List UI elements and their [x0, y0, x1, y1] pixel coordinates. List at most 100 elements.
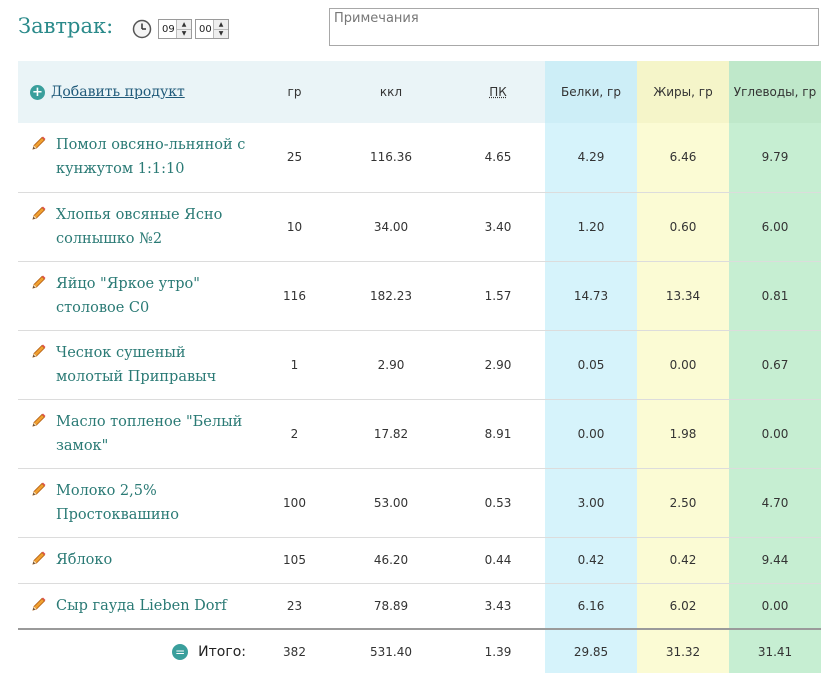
product-name-cell: Масло топленое "Белый замок"	[18, 399, 258, 468]
cell-gr: 105	[283, 553, 306, 567]
cell-carbs: 0.00	[729, 399, 821, 468]
col-header-fat: Жиры, гр	[637, 61, 729, 123]
table-row: Чеснок сушеный молотый Приправыч 1 2.90 2.9…	[18, 330, 821, 399]
cell-carbs: 0.67	[729, 330, 821, 399]
total-protein: 29.85	[545, 629, 637, 673]
col-header-kcal: ккл	[379, 85, 403, 99]
col-header-gr: гр	[287, 85, 302, 99]
hour-down-button[interactable]: ▼	[177, 28, 191, 38]
pencil-icon[interactable]	[30, 412, 47, 429]
table-row: Хлопья овсяные Ясно солнышко №2 10 34.00 3.…	[18, 192, 821, 261]
product-name-link[interactable]: Яйцо "Яркое утро" столовое С0	[56, 272, 252, 320]
table-row: Сыр гауда Lieben Dorf 23 78.89 3.43 6.16 6.02…	[18, 583, 821, 629]
cell-pk: 0.44	[484, 553, 512, 567]
product-name-link[interactable]: Чеснок сушеный молотый Приправыч	[56, 341, 252, 389]
cell-kcal: 2.90	[377, 357, 405, 372]
pencil-icon[interactable]	[30, 274, 47, 291]
totals-label-cell: = Итого:	[18, 629, 258, 673]
product-name-link[interactable]: Масло топленое "Белый замок"	[56, 410, 252, 458]
cell-pk: 8.91	[484, 426, 512, 441]
cell-gr: 25	[286, 150, 303, 165]
cell-pk: 0.53	[484, 495, 512, 510]
product-name-cell: Молоко 2,5% Простоквашино	[18, 468, 258, 537]
minute-stepper[interactable]: 00 ▲ ▼	[195, 19, 229, 39]
product-name-cell: Яйцо "Яркое утро" столовое С0	[18, 261, 258, 330]
plus-icon[interactable]: +	[30, 84, 45, 100]
col-header-pk: ПК	[451, 61, 545, 123]
food-table: + Добавить продукт гр ккл ПК Белки, гр Жи…	[18, 61, 821, 673]
total-pk: 1.39	[484, 644, 512, 659]
notes-placeholder: Примечания	[334, 11, 419, 26]
cell-kcal: 34.00	[373, 219, 409, 234]
product-name-cell: Чеснок сушеный молотый Приправыч	[18, 330, 258, 399]
meal-time: 09 ▲ ▼ 00 ▲ ▼	[132, 19, 232, 39]
table-header: + Добавить продукт гр ккл ПК Белки, гр Жи…	[18, 61, 821, 123]
total-gr: 382	[283, 644, 306, 659]
hour-stepper[interactable]: 09 ▲ ▼	[158, 19, 192, 39]
table-row: Яйцо "Яркое утро" столовое С0 116 182.23 1.…	[18, 261, 821, 330]
product-name-cell: Хлопья овсяные Ясно солнышко №2	[18, 192, 258, 261]
product-name-link[interactable]: Молоко 2,5% Простоквашино	[56, 479, 252, 527]
hour-value: 09	[162, 23, 175, 35]
product-name-cell: Яблоко	[18, 537, 258, 583]
product-name-link[interactable]: Сыр гауда Lieben Dorf	[56, 594, 227, 618]
totals-row: = Итого: 382 531.40 1.39 29.85 31.32 31.4…	[18, 629, 821, 673]
totals-label: Итого:	[198, 643, 246, 660]
cell-protein: 4.29	[545, 123, 637, 192]
pencil-icon[interactable]	[30, 550, 47, 567]
total-carbs: 31.41	[729, 629, 821, 673]
pencil-icon[interactable]	[30, 205, 47, 222]
pencil-icon[interactable]	[30, 343, 47, 360]
product-name-cell: Помол овсяно-льняной с кунжутом 1:1:10	[18, 123, 258, 192]
equals-icon: =	[172, 643, 189, 660]
product-name-link[interactable]: Помол овсяно-льняной с кунжутом 1:1:10	[56, 133, 252, 181]
cell-fat: 0.60	[637, 192, 729, 261]
meal-title: Завтрак:	[18, 14, 114, 38]
cell-carbs: 9.79	[729, 123, 821, 192]
product-name-link[interactable]: Яблоко	[56, 548, 112, 572]
cell-protein: 14.73	[545, 261, 637, 330]
cell-protein: 0.42	[545, 537, 637, 583]
cell-protein: 3.00	[545, 468, 637, 537]
total-fat: 31.32	[637, 629, 729, 673]
cell-protein: 1.20	[545, 192, 637, 261]
minute-down-button[interactable]: ▼	[214, 28, 228, 38]
pencil-icon[interactable]	[30, 481, 47, 498]
cell-fat: 0.42	[637, 537, 729, 583]
pencil-icon[interactable]	[30, 596, 47, 613]
col-header-carbs: Углеводы, гр	[729, 61, 821, 123]
cell-carbs: 6.00	[729, 192, 821, 261]
cell-fat: 0.00	[637, 330, 729, 399]
pk-header-label: ПК	[489, 85, 507, 99]
notes-field[interactable]: Примечания	[329, 8, 819, 46]
cell-kcal: 78.89	[373, 598, 409, 613]
cell-pk: 3.40	[484, 219, 512, 234]
cell-gr: 100	[283, 495, 306, 510]
cell-kcal: 182.23	[370, 288, 412, 303]
cell-protein: 0.05	[545, 330, 637, 399]
cell-carbs: 0.81	[729, 261, 821, 330]
minute-value: 00	[199, 23, 212, 35]
product-name-cell: Сыр гауда Lieben Dorf	[18, 583, 258, 629]
cell-gr: 116	[283, 288, 306, 303]
table-row: Масло топленое "Белый замок" 2 17.82 8.91 0.…	[18, 399, 821, 468]
minute-up-button[interactable]: ▲	[214, 20, 228, 29]
cell-fat: 13.34	[637, 261, 729, 330]
add-product-link[interactable]: Добавить продукт	[51, 84, 185, 100]
cell-carbs: 9.44	[729, 537, 821, 583]
cell-protein: 6.16	[545, 583, 637, 629]
total-kcal: 531.40	[370, 644, 412, 659]
product-name-link[interactable]: Хлопья овсяные Ясно солнышко №2	[56, 203, 252, 251]
cell-carbs: 4.70	[729, 468, 821, 537]
hour-up-button[interactable]: ▲	[177, 20, 191, 29]
cell-fat: 2.50	[637, 468, 729, 537]
table-row: Молоко 2,5% Простоквашино 100 53.00 0.53 3.0…	[18, 468, 821, 537]
pencil-icon[interactable]	[30, 135, 47, 152]
clock-icon	[132, 19, 152, 39]
cell-gr: 2	[290, 426, 299, 441]
col-header-protein: Белки, гр	[545, 61, 637, 123]
cell-gr: 23	[286, 598, 303, 613]
cell-pk: 1.57	[484, 288, 512, 303]
add-product-cell: + Добавить продукт	[18, 61, 258, 123]
cell-kcal: 116.36	[370, 150, 412, 165]
